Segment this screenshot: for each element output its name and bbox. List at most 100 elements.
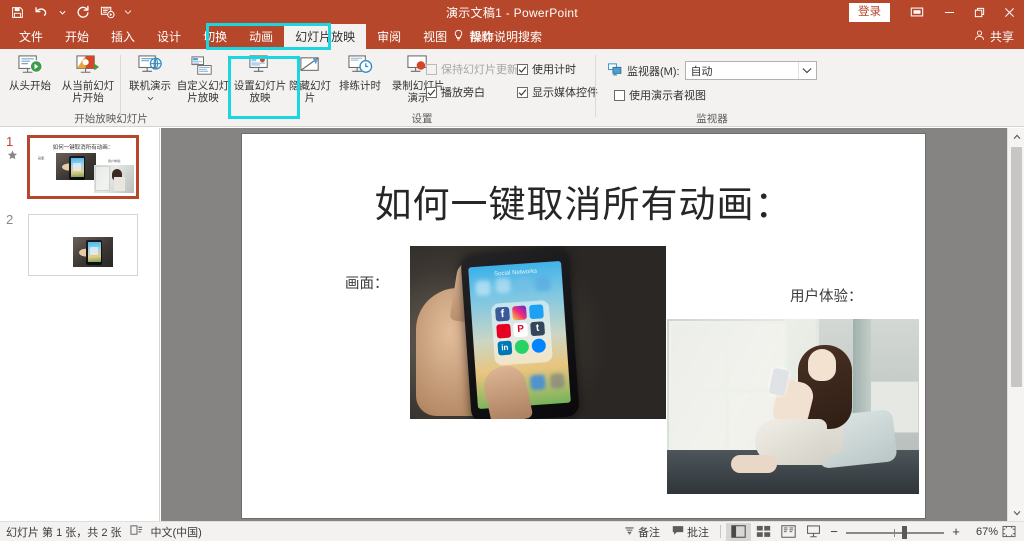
slide-thumbnail-pane[interactable]: 1 如何一键取消所有动画： 画面： 用户体验： 2: [0, 128, 160, 521]
present-online-label: 联机演示: [129, 80, 171, 92]
scroll-down-icon[interactable]: [1008, 504, 1024, 521]
present-online-dropdown-icon[interactable]: [147, 93, 154, 105]
zoom-slider[interactable]: [846, 523, 944, 541]
close-icon[interactable]: [994, 0, 1024, 24]
play-narrations-checkbox[interactable]: 播放旁白: [426, 84, 485, 100]
show-media-controls-label: 显示媒体控件: [532, 87, 598, 99]
tab-slide-show[interactable]: 幻灯片放映: [284, 24, 367, 49]
ribbon-tab-strip: 文件 开始 插入 设计 切换 动画 幻灯片放映 审阅 视图 帮助 操作说明搜索 …: [0, 24, 1024, 49]
slide-count-label[interactable]: 幻灯片 第 1 张，共 2 张: [6, 524, 122, 540]
tab-review[interactable]: 审阅: [366, 24, 412, 49]
scroll-up-icon[interactable]: [1008, 128, 1024, 145]
custom-slide-show-label: 自定义幻灯片放映: [176, 80, 230, 104]
notes-button[interactable]: 备注: [618, 522, 666, 541]
thumb-label-left: 画面：: [38, 156, 48, 160]
restore-icon[interactable]: [964, 0, 994, 24]
monitor-selector-row: 监视器(M): 自动: [608, 61, 817, 80]
ribbon-group-setup: 设置幻灯片放映 隐藏幻灯片 排练计时 录制幻灯片演示 保持幻灯片更新 使用计时 …: [232, 49, 598, 127]
slide-pane-scrollbar[interactable]: [1007, 128, 1024, 521]
minimize-icon[interactable]: [934, 0, 964, 24]
present-from-start-icon: [17, 53, 44, 79]
slide-show-view-button[interactable]: [801, 523, 826, 541]
use-timings-checkbox[interactable]: 使用计时: [517, 61, 576, 77]
group-label-monitors: 监视器: [696, 113, 728, 125]
present-online-button[interactable]: 联机演示: [122, 53, 178, 115]
tab-insert[interactable]: 插入: [100, 24, 146, 49]
rehearse-timings-label: 排练计时: [339, 80, 381, 92]
notes-icon: [624, 525, 635, 539]
scrollbar-thumb[interactable]: [1011, 147, 1022, 387]
work-area: 1 如何一键取消所有动画： 画面： 用户体验： 2 如何一键取消所有动画： 画面…: [0, 128, 1024, 521]
thumb-photo-b: [94, 165, 134, 193]
hide-slide-icon: [297, 53, 324, 79]
zoom-out-button[interactable]: −: [826, 524, 842, 539]
thumb2-photo: [73, 237, 113, 267]
ribbon-tabs: 文件 开始 插入 设计 切换 动画 幻灯片放映 审阅 视图 帮助: [8, 24, 504, 49]
comments-button[interactable]: 批注: [666, 522, 715, 541]
ribbon-group-monitors: 监视器(M): 自动 使用演示者视图 监视器: [600, 49, 824, 127]
tab-transitions[interactable]: 切换: [192, 24, 238, 49]
zoom-percent-label[interactable]: 67%: [964, 526, 998, 538]
comment-bubble-icon: [672, 525, 684, 539]
tab-animations[interactable]: 动画: [238, 24, 284, 49]
rehearse-timings-icon: [347, 53, 374, 79]
animation-star-icon[interactable]: [7, 150, 19, 162]
show-media-controls-checkbox[interactable]: 显示媒体控件: [517, 84, 598, 100]
custom-slide-show-button[interactable]: 自定义幻灯片放映: [172, 53, 234, 115]
thumb-photo-a: [56, 153, 96, 180]
fit-slide-to-window-button[interactable]: [998, 525, 1020, 538]
hand-holding-phone-photo[interactable]: Social Networks f P t in: [410, 246, 666, 419]
status-separator: [720, 525, 721, 538]
rehearse-timings-button[interactable]: 排练计时: [334, 53, 386, 115]
zoom-slider-handle[interactable]: [902, 525, 907, 539]
from-beginning-button[interactable]: 从头开始: [2, 53, 58, 115]
thumbnail-canvas: [28, 214, 138, 276]
tab-file[interactable]: 文件: [8, 24, 54, 49]
window-controls: 登录: [849, 0, 1024, 24]
keep-slides-updated-checkbox: 保持幻灯片更新: [426, 61, 518, 77]
slide-title[interactable]: 如何一键取消所有动画：: [242, 174, 925, 228]
powerpoint-window: 演示文稿1 - PowerPoint 登录 文件 开始 插入 设计 切换 动画 …: [0, 0, 1024, 541]
zoom-in-button[interactable]: +: [948, 524, 964, 539]
monitor-select[interactable]: 自动: [684, 61, 817, 80]
status-bar-right: 备注 批注 − + 67%: [618, 522, 1020, 541]
thumbnail-canvas: 如何一键取消所有动画： 画面： 用户体验：: [27, 135, 139, 199]
thumbnail-number: 1: [6, 134, 14, 149]
use-presenter-view-label: 使用演示者视图: [629, 90, 706, 102]
ribbon-display-options-icon[interactable]: [900, 0, 934, 24]
tell-me-search[interactable]: 操作说明搜索: [452, 24, 542, 49]
thumbnail-item-1[interactable]: 如何一键取消所有动画： 画面： 用户体验：: [27, 135, 139, 199]
woman-by-window-photo[interactable]: [667, 319, 919, 494]
checkbox-box: [614, 89, 625, 101]
slide-label-left[interactable]: 画面：: [345, 272, 389, 293]
custom-show-icon: [190, 53, 217, 79]
ribbon: 从头开始 从当前幻灯片开始 联机演示 自定义幻灯片放映 开始放映幻灯片 设置幻灯…: [0, 49, 1024, 127]
checkbox-box: [517, 63, 528, 75]
ribbon-group-start-slideshow: 从头开始 从当前幻灯片开始 联机演示 自定义幻灯片放映 开始放映幻灯片: [0, 49, 229, 127]
normal-view-button[interactable]: [726, 522, 751, 541]
sign-in-button[interactable]: 登录: [849, 2, 890, 22]
slide-editing-pane: 如何一键取消所有动画： 画面： 用户体验： Social Networks f …: [161, 128, 1024, 521]
share-button[interactable]: 共享: [973, 24, 1014, 49]
tab-design[interactable]: 设计: [146, 24, 192, 49]
chevron-down-icon[interactable]: [797, 62, 816, 79]
accessibility-checker-icon[interactable]: [129, 524, 143, 540]
use-presenter-view-checkbox[interactable]: 使用演示者视图: [614, 87, 706, 103]
from-current-slide-label: 从当前幻灯片开始: [61, 80, 115, 104]
from-current-slide-button[interactable]: 从当前幻灯片开始: [58, 53, 118, 115]
hide-slide-button[interactable]: 隐藏幻灯片: [288, 53, 332, 115]
setup-show-icon: [247, 53, 274, 79]
tell-me-label: 操作说明搜索: [470, 30, 543, 44]
use-timings-label: 使用计时: [532, 64, 576, 76]
slide-canvas[interactable]: 如何一键取消所有动画： 画面： 用户体验： Social Networks f …: [242, 134, 925, 518]
set-up-slide-show-button[interactable]: 设置幻灯片放映: [232, 53, 288, 115]
thumbnail-item-2[interactable]: [28, 214, 138, 276]
notes-label: 备注: [638, 526, 660, 539]
present-from-current-icon: [75, 53, 102, 79]
language-label[interactable]: 中文(中国): [151, 524, 202, 540]
reading-view-button[interactable]: [776, 523, 801, 541]
slide-label-right[interactable]: 用户体验：: [790, 285, 863, 306]
tab-home[interactable]: 开始: [54, 24, 100, 49]
checkbox-box: [426, 63, 437, 75]
slide-sorter-view-button[interactable]: [751, 523, 776, 541]
